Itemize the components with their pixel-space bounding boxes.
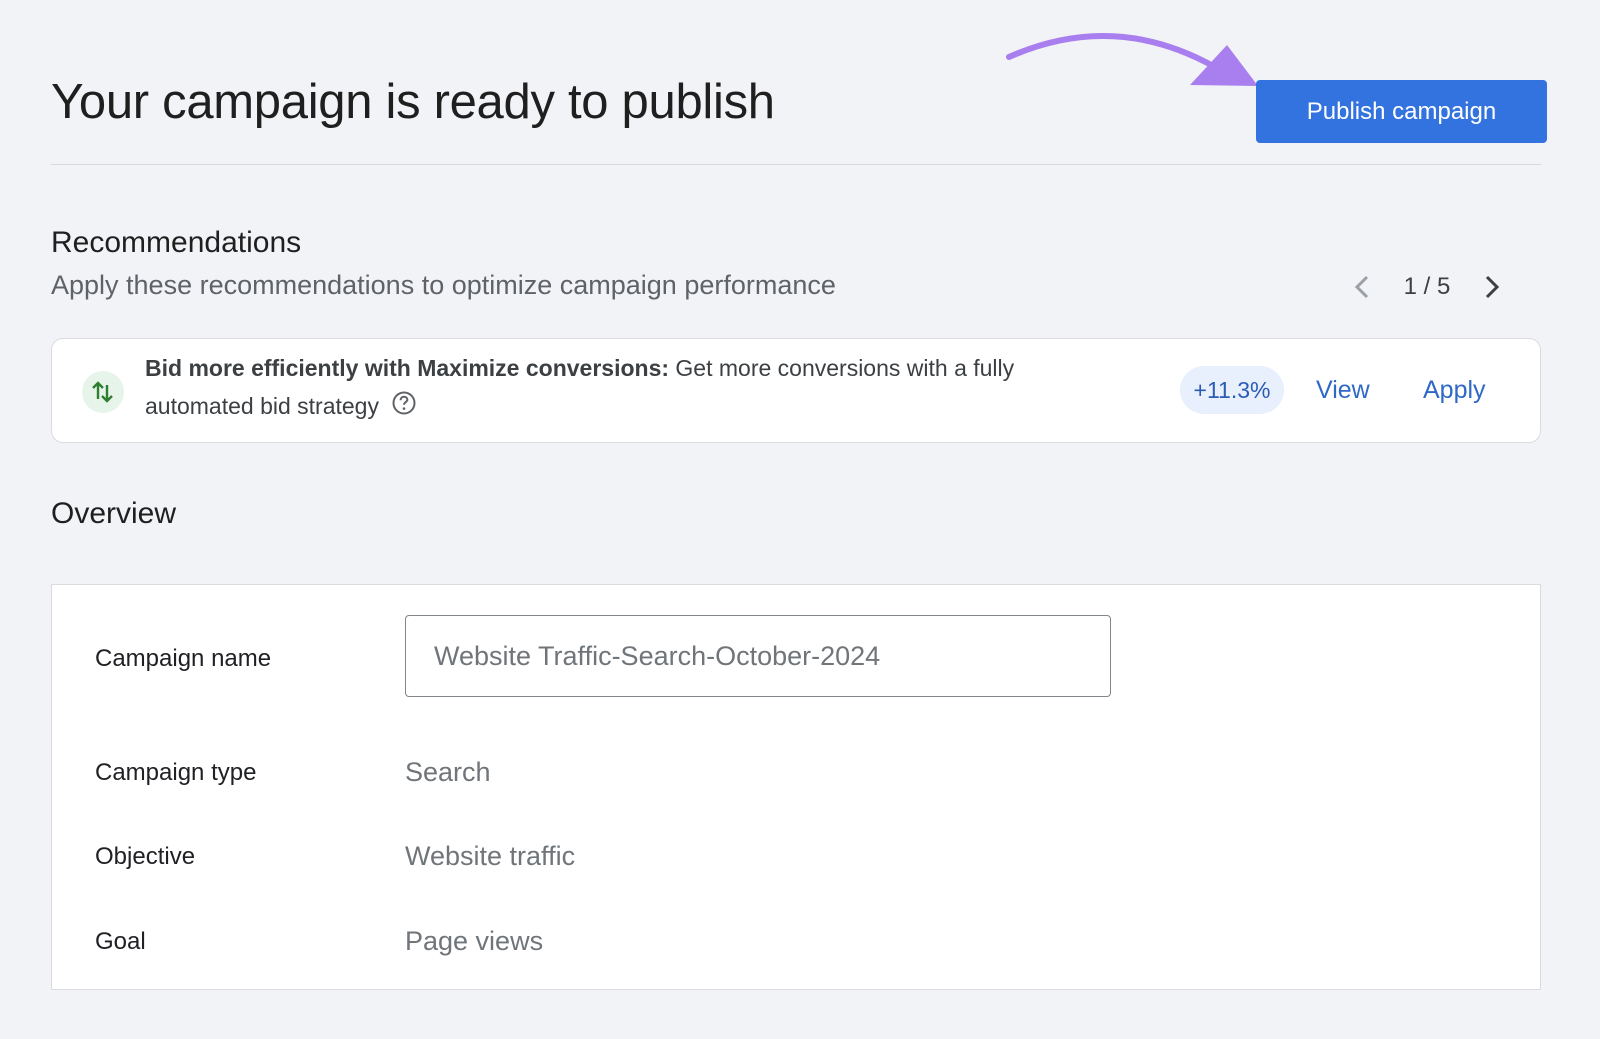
chevron-right-icon bbox=[1485, 275, 1500, 299]
annotation-arrow-icon bbox=[1006, 33, 1258, 86]
overview-card: Campaign name Campaign type Search Objec… bbox=[51, 584, 1541, 990]
recommendations-pager: 1 / 5 bbox=[1345, 270, 1509, 304]
campaign-type-value: Search bbox=[405, 757, 491, 787]
view-recommendation-button[interactable]: View bbox=[1310, 366, 1376, 414]
help-icon[interactable] bbox=[391, 389, 417, 427]
campaign-name-label: Campaign name bbox=[95, 645, 272, 672]
recommendations-subtitle: Apply these recommendations to optimize … bbox=[51, 270, 836, 300]
publish-campaign-button[interactable]: Publish campaign bbox=[1256, 80, 1547, 143]
goal-value: Page views bbox=[405, 926, 544, 956]
bid-strategy-arrows-icon bbox=[82, 371, 124, 413]
page-indicator: 1 / 5 bbox=[1403, 273, 1451, 300]
overview-title: Overview bbox=[51, 497, 177, 530]
objective-value: Website traffic bbox=[405, 841, 576, 871]
recommendation-text: Bid more efficiently with Maximize conve… bbox=[145, 349, 1105, 427]
uplift-badge: +11.3% bbox=[1180, 366, 1284, 414]
recommendation-card: Bid more efficiently with Maximize conve… bbox=[51, 338, 1541, 443]
next-page-button[interactable] bbox=[1475, 270, 1509, 304]
apply-recommendation-button[interactable]: Apply bbox=[1417, 366, 1492, 414]
previous-page-button[interactable] bbox=[1345, 270, 1379, 304]
goal-label: Goal bbox=[95, 928, 146, 955]
header-divider bbox=[51, 164, 1541, 165]
chevron-left-icon bbox=[1354, 275, 1369, 299]
page-title: Your campaign is ready to publish bbox=[51, 75, 775, 129]
recommendations-title: Recommendations bbox=[51, 226, 302, 259]
campaign-name-input[interactable] bbox=[405, 615, 1111, 697]
campaign-type-label: Campaign type bbox=[95, 759, 257, 786]
objective-label: Objective bbox=[95, 843, 196, 870]
recommendation-headline: Bid more efficiently with Maximize conve… bbox=[145, 355, 670, 381]
